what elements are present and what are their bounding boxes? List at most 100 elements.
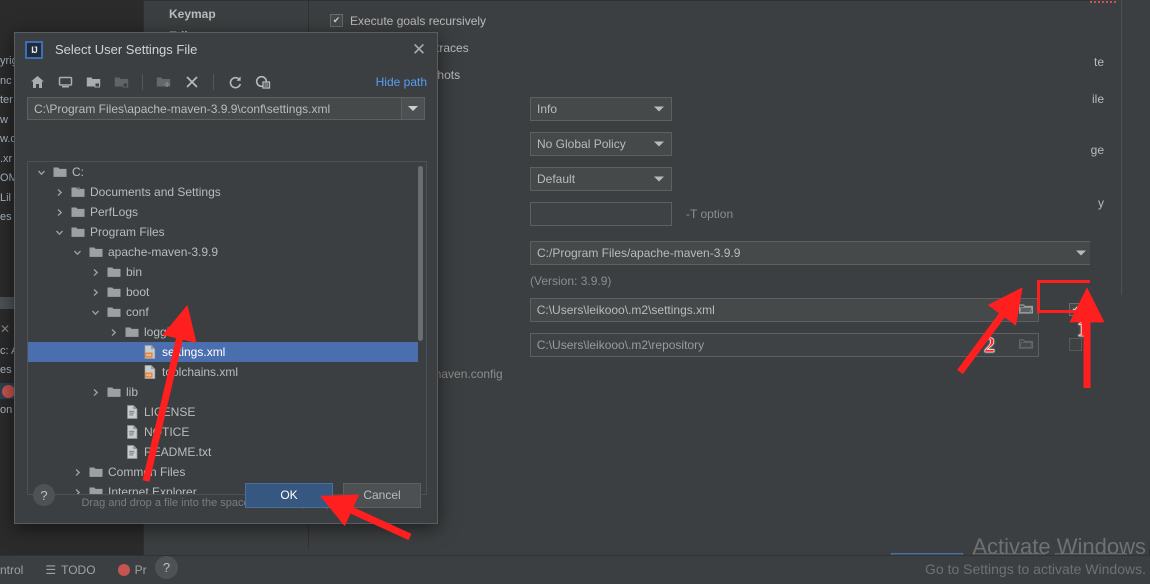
background-right-strip: teilegey — [1090, 0, 1150, 549]
print-exception-stack-traces-row[interactable]: exception stack traces — [330, 34, 1135, 61]
file-dialog-cancel-button[interactable]: Cancel — [343, 483, 421, 508]
chevron-right-icon[interactable] — [88, 268, 102, 277]
file-tree-node-label: LICENSE — [144, 405, 195, 419]
local-repository-value: C:\Users\leikooo\.m2\repository — [537, 338, 704, 352]
refresh-icon[interactable] — [223, 70, 247, 94]
user-settings-file-row: ngs file: C:\Users\leikooo\.m2\settings.… — [330, 292, 1135, 327]
svg-text:<>: <> — [146, 374, 152, 379]
select-user-settings-file-dialog: IJ Select User Settings File ✕ Hide — [14, 32, 438, 524]
module-folder-icon[interactable] — [109, 70, 133, 94]
folder-icon — [70, 224, 86, 240]
chevron-down-icon[interactable] — [88, 308, 102, 317]
file-tree-node[interactable]: README.txt — [28, 442, 420, 462]
file-tree-node[interactable]: bin — [28, 262, 420, 282]
file-dialog-ok-button[interactable]: OK — [245, 483, 333, 508]
folder-browse-icon[interactable] — [1019, 337, 1033, 352]
local-repository-row: ository: C:\Users\leikooo\.m2\repository… — [330, 327, 1135, 362]
chevron-right-icon[interactable] — [88, 388, 102, 397]
status-todo-label: TODO — [61, 563, 95, 577]
maven-home-path-row: ome path: C:/Program Files/apache-maven-… — [330, 235, 1135, 270]
hide-path-link[interactable]: Hide path — [376, 75, 427, 89]
file-tree-node[interactable]: NOTICE — [28, 422, 420, 442]
thread-count-row: unt -T option — [330, 196, 1135, 231]
path-input[interactable]: C:\Program Files\apache-maven-3.9.9\conf… — [28, 102, 401, 116]
status-version-control-label: ntrol — [0, 563, 23, 577]
file-tree-node-label: PerfLogs — [90, 205, 138, 219]
file-tree-node[interactable]: <>toolchains.xml — [28, 362, 420, 382]
file-tree-node-label: C: — [72, 165, 84, 179]
output-level-value: Info — [537, 102, 557, 116]
question-mark-icon[interactable]: ? — [33, 484, 55, 506]
show-hidden-icon[interactable] — [251, 70, 275, 94]
settings-help-button[interactable]: ? — [155, 556, 178, 579]
always-update-snapshots-row[interactable]: ys update snapshots — [330, 61, 1135, 88]
folder-icon — [106, 264, 122, 280]
file-tree-node[interactable]: PerfLogs — [28, 202, 420, 222]
output-level-row: vel: Info — [330, 91, 1135, 126]
file-dialog-titlebar: IJ Select User Settings File ✕ — [15, 33, 437, 66]
output-level-select[interactable]: Info — [530, 97, 672, 121]
file-tree-panel[interactable]: C: Documents and Settings PerfLogs Program … — [27, 161, 427, 495]
local-repository-input[interactable]: C:\Users\leikooo\.m2\repository — [530, 333, 1039, 357]
file-tree-node[interactable]: Documents and Settings — [28, 182, 420, 202]
sidebar-item-keymap[interactable]: Keymap — [144, 3, 308, 25]
checksum-policy-select[interactable]: No Global Policy — [530, 132, 672, 156]
folder-browse-icon[interactable] — [1019, 302, 1033, 317]
background-right-fragment: ile — [1092, 92, 1104, 106]
maven-home-path-combo[interactable]: C:/Program Files/apache-maven-3.9.9 — [530, 241, 1095, 265]
execute-goals-recursively-checkbox[interactable] — [330, 14, 343, 27]
new-folder-icon[interactable] — [152, 70, 176, 94]
file-tree-node[interactable]: logging — [28, 322, 420, 342]
status-problems[interactable]: Pr — [118, 563, 147, 577]
chevron-down-icon — [654, 141, 664, 146]
file-tree-node[interactable]: C: — [28, 162, 420, 182]
home-icon[interactable] — [25, 70, 49, 94]
chevron-right-icon[interactable] — [52, 188, 66, 197]
user-settings-file-input[interactable]: C:\Users\leikooo\.m2\settings.xml — [530, 298, 1039, 322]
chevron-down-icon[interactable] — [34, 168, 48, 177]
file-tree-scroll-thumb[interactable] — [418, 166, 423, 341]
file-tree-node[interactable]: boot — [28, 282, 420, 302]
file-dialog-footer: ? OK Cancel — [15, 467, 439, 523]
error-icon — [118, 564, 130, 576]
file-tree-node-label: Documents and Settings — [90, 185, 221, 199]
file-dialog-buttons: OK Cancel — [245, 483, 421, 508]
delete-icon[interactable] — [180, 70, 204, 94]
file-tree-node[interactable]: conf — [28, 302, 420, 322]
status-version-control[interactable]: ntrol — [0, 563, 23, 577]
file-tree-node-label: settings.xml — [162, 345, 225, 359]
desktop-icon[interactable] — [53, 70, 77, 94]
file-tree-node[interactable]: LICENSE — [28, 402, 420, 422]
xml-file-icon: <> — [142, 364, 158, 380]
thread-count-input[interactable] — [530, 202, 672, 226]
folder-link-icon — [70, 184, 86, 200]
multiproject-build-fail-policy-select[interactable]: Default — [530, 167, 672, 191]
file-tree-node[interactable]: apache-maven-3.9.9 — [28, 242, 420, 262]
execute-goals-recursively-label: Execute goals recursively — [350, 14, 486, 28]
file-tree-node-label: logging — [144, 325, 183, 339]
file-tree[interactable]: C: Documents and Settings PerfLogs Program … — [28, 162, 420, 495]
chevron-right-icon[interactable] — [52, 208, 66, 217]
sidebar-item-label: Keymap — [169, 7, 216, 21]
file-tree-node-label: README.txt — [144, 445, 211, 459]
close-icon[interactable]: ✕ — [409, 40, 429, 60]
execute-goals-recursively-row[interactable]: Execute goals recursively — [330, 7, 1135, 34]
file-tree-node[interactable]: lib — [28, 382, 420, 402]
chevron-down-icon[interactable] — [52, 228, 66, 237]
file-tree-node-label: conf — [126, 305, 149, 319]
folder-icon — [88, 244, 104, 260]
status-todo[interactable]: ☰ TODO — [45, 563, 95, 577]
file-tree-node-label: NOTICE — [144, 425, 189, 439]
chevron-right-icon[interactable] — [88, 288, 102, 297]
file-tree-scrollbar[interactable] — [418, 163, 425, 493]
annotation-number-2: 2 — [984, 332, 995, 358]
file-tree-node[interactable]: Program Files — [28, 222, 420, 242]
maven-version-note: (Version: 3.9.9) — [530, 274, 611, 288]
folder-icon — [52, 164, 68, 180]
file-tree-node[interactable]: <>settings.xml — [28, 342, 420, 362]
project-folder-icon[interactable] — [81, 70, 105, 94]
path-combo[interactable]: C:\Program Files\apache-maven-3.9.9\conf… — [27, 97, 425, 120]
chevron-right-icon[interactable] — [106, 328, 120, 337]
path-dropdown-button[interactable] — [401, 98, 424, 119]
chevron-down-icon[interactable] — [70, 248, 84, 257]
